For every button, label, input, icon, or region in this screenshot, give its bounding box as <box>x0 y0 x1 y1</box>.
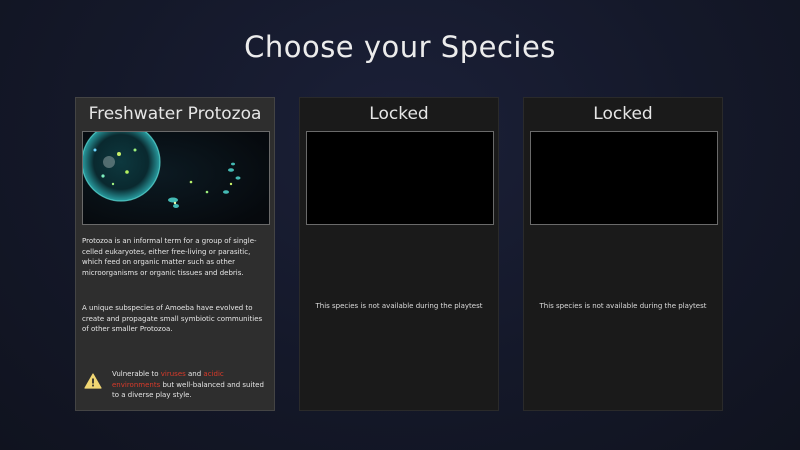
species-description: Protozoa is an informal term for a group… <box>82 237 257 277</box>
species-card-locked-2[interactable]: Locked This species is not available dur… <box>523 97 723 411</box>
warning-prefix: Vulnerable to <box>112 370 161 378</box>
unavailable-message: This species is not available during the… <box>539 302 707 310</box>
species-card-title: Locked <box>593 104 653 124</box>
species-preview-placeholder <box>306 131 494 225</box>
warning-text: Vulnerable to viruses and acidic environ… <box>112 369 272 401</box>
unavailable-message: This species is not available during the… <box>315 302 483 310</box>
species-card-title: Freshwater Protozoa <box>88 104 262 124</box>
species-lore: A unique subspecies of Amoeba have evolv… <box>82 304 263 333</box>
warning-connector: and <box>185 370 204 378</box>
species-card-title: Locked <box>369 104 429 124</box>
species-preview-placeholder <box>530 131 718 225</box>
species-preview-image <box>82 131 270 225</box>
species-card-locked-1[interactable]: Locked This species is not available dur… <box>299 97 499 411</box>
screen-title: Choose your Species <box>244 30 556 64</box>
species-card-freshwater-protozoa[interactable]: Freshwater Protozoa Protozoa is an infor… <box>75 97 275 411</box>
hazard-viruses: viruses <box>160 370 186 378</box>
species-warning: Vulnerable to viruses and acidic environ… <box>82 369 272 399</box>
warning-triangle-icon <box>84 373 102 393</box>
